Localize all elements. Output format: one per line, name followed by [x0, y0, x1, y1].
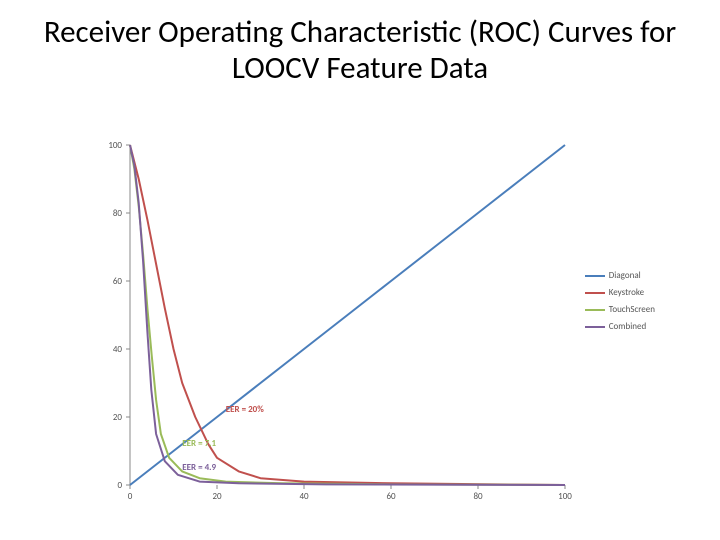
legend-swatch-icon: [585, 309, 605, 311]
annotation-eer-keystroke: EER = 20%: [226, 404, 264, 415]
svg-text:0: 0: [117, 480, 122, 491]
legend-label: TouchScreen: [609, 304, 655, 315]
annotation-eer-combined: EER = 4.9: [182, 462, 216, 473]
svg-text:40: 40: [299, 491, 309, 502]
legend: Diagonal Keystroke TouchScreen Combined: [585, 270, 655, 338]
roc-chart: 0 20 40 60 80 100 0 20 40 60 80 100 Diagonal Keystr…: [100, 140, 655, 510]
svg-text:80: 80: [473, 491, 483, 502]
svg-text:60: 60: [386, 491, 396, 502]
svg-text:20: 20: [113, 412, 123, 423]
legend-item-touchscreen: TouchScreen: [585, 304, 655, 315]
chart-svg: 0 20 40 60 80 100 0 20 40 60 80 100: [100, 140, 655, 510]
annotation-eer-touchscreen: EER = 7.1: [182, 438, 216, 449]
legend-item-diagonal: Diagonal: [585, 270, 655, 281]
legend-swatch-icon: [585, 275, 605, 277]
svg-text:80: 80: [113, 208, 123, 219]
svg-text:0: 0: [128, 491, 133, 502]
svg-text:60: 60: [113, 276, 123, 287]
slide: Receiver Operating Characteristic (ROC) …: [0, 0, 720, 540]
svg-text:100: 100: [558, 491, 572, 502]
svg-text:40: 40: [113, 344, 123, 355]
legend-item-keystroke: Keystroke: [585, 287, 655, 298]
svg-text:100: 100: [108, 140, 122, 151]
legend-label: Keystroke: [609, 287, 644, 298]
legend-item-combined: Combined: [585, 321, 655, 332]
legend-label: Diagonal: [609, 270, 641, 281]
legend-swatch-icon: [585, 292, 605, 294]
legend-swatch-icon: [585, 326, 605, 328]
legend-label: Combined: [609, 321, 646, 332]
slide-title: Receiver Operating Characteristic (ROC) …: [30, 15, 690, 86]
svg-text:20: 20: [212, 491, 222, 502]
